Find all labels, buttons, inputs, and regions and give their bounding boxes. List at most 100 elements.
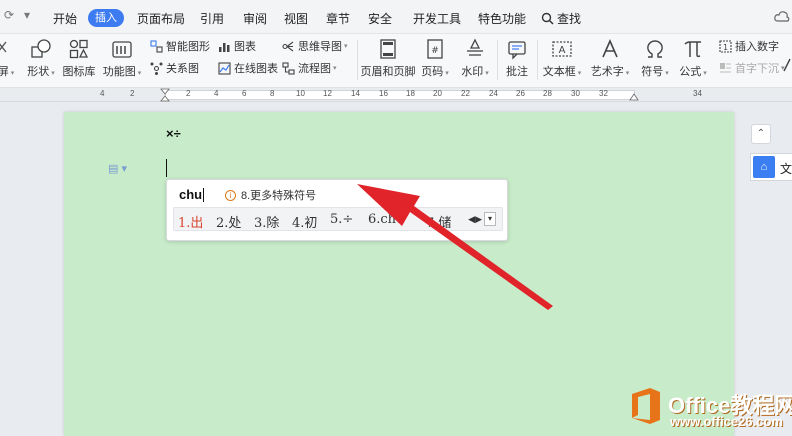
- site-watermark: Office教程网 www.office26.com: [628, 384, 792, 434]
- ruler-label: 10: [296, 89, 305, 98]
- search-label: 查找: [557, 12, 582, 26]
- ime-candidate[interactable]: 2.处: [216, 212, 241, 231]
- watermark-icon: [467, 38, 483, 56]
- paragraph-settings-icon[interactable]: ▤ ▾: [108, 162, 127, 175]
- drop-cap-icon: [720, 62, 731, 72]
- relation-chart-icon: [150, 62, 163, 75]
- menu-bar: ⟳ ▾ 开始 插入 页面布局 引用 审阅 视图 章节 安全 开发工具 特色功能 …: [0, 0, 792, 34]
- shape-button[interactable]: 形状 ▾: [24, 38, 58, 84]
- quick-access-dropdown-icon[interactable]: ▾: [24, 8, 30, 22]
- ruler-label: 12: [323, 89, 332, 98]
- smart-shape-button[interactable]: 智能图形: [150, 38, 210, 54]
- tab-chapter[interactable]: 章节: [326, 10, 350, 27]
- ruler-label: 2: [186, 89, 191, 98]
- online-chart-button[interactable]: 在线图表: [218, 60, 278, 76]
- svg-text:A: A: [559, 45, 566, 56]
- formula-button[interactable]: 公式 ▾: [678, 38, 708, 84]
- ruler-label: 28: [543, 89, 552, 98]
- ribbon-separator: [537, 40, 538, 80]
- header-footer-button[interactable]: 页眉和页脚: [360, 38, 416, 84]
- drop-cap-button[interactable]: 首字下沉 ▾: [719, 60, 785, 76]
- ruler-label: 2: [130, 89, 135, 98]
- ruler-label: 34: [693, 89, 702, 98]
- shape-icon: [31, 39, 51, 58]
- wordart-icon: [602, 39, 618, 58]
- ruler-label: 4: [100, 89, 105, 98]
- scissors-icon: [0, 41, 7, 53]
- textbox-icon: A: [552, 41, 572, 57]
- ime-candidate[interactable]: 3.除: [254, 212, 279, 231]
- tab-home[interactable]: 开始: [53, 10, 77, 27]
- page-number-icon: #: [427, 39, 443, 59]
- tab-features[interactable]: 特色功能: [478, 10, 526, 27]
- insert-number-icon: 1: [719, 39, 732, 53]
- link-icon[interactable]: [783, 58, 792, 72]
- tab-insert[interactable]: 插入: [88, 9, 124, 27]
- symbol-button[interactable]: 符号 ▾: [640, 38, 670, 84]
- relation-chart-button[interactable]: 关系图: [150, 60, 199, 76]
- right-indent-marker-icon[interactable]: [629, 89, 639, 101]
- ime-candidate[interactable]: 1.出: [178, 212, 203, 231]
- tab-review[interactable]: 审阅: [243, 10, 267, 27]
- ruler-label: 24: [489, 89, 498, 98]
- mind-map-button[interactable]: 思维导图 ▾: [282, 38, 348, 54]
- watermark-button[interactable]: 水印 ▾: [458, 38, 492, 84]
- ime-candidate-list: 1.出 2.处 3.除 4.初 5.÷ 6.chu 7.储 ◀ ▶ ▾: [173, 207, 503, 231]
- svg-text:1: 1: [723, 43, 728, 52]
- omega-icon: [647, 40, 663, 58]
- bar-chart-icon: [219, 42, 230, 52]
- comment-button[interactable]: 批注: [502, 38, 532, 84]
- ime-candidate[interactable]: 7.储: [426, 212, 451, 231]
- info-icon: i: [225, 189, 236, 201]
- header-footer-icon: [380, 39, 396, 59]
- tab-references[interactable]: 引用: [200, 10, 224, 27]
- ime-candidate-popup: chu i 8.更多特殊符号 1.出 2.处 3.除 4.初 5.÷ 6.chu…: [166, 179, 508, 241]
- function-chart-button[interactable]: 功能图 ▾: [102, 38, 142, 84]
- ruler-label: 20: [433, 89, 442, 98]
- document-text-line: ×÷: [166, 126, 181, 141]
- watermark-url: www.office26.com: [670, 414, 783, 429]
- search-button[interactable]: 查找: [541, 10, 581, 27]
- tab-view[interactable]: 视图: [284, 10, 308, 27]
- wordart-button[interactable]: 艺术字 ▾: [590, 38, 630, 84]
- page-number-button[interactable]: # 页码 ▾: [420, 38, 450, 84]
- smart-shape-icon: [150, 39, 163, 53]
- ruler-label: 32: [599, 89, 608, 98]
- redo-icon[interactable]: ⟳: [4, 8, 14, 22]
- next-page-icon[interactable]: ▶: [475, 214, 482, 225]
- ime-candidate[interactable]: 6.chu: [368, 212, 404, 227]
- cloud-icon[interactable]: [774, 10, 790, 22]
- ruler-label: 22: [461, 89, 470, 98]
- tab-security[interactable]: 安全: [368, 10, 392, 27]
- icon-library-icon: [69, 39, 89, 59]
- horizontal-ruler[interactable]: 4 2 2 4 6 8 10 12 14 16 18 20 22 24 26 2…: [0, 88, 792, 102]
- more-symbols-label: 8.更多特殊符号: [241, 190, 317, 202]
- flow-chart-button[interactable]: 流程图 ▾: [282, 60, 337, 76]
- insert-number-button[interactable]: 1 插入数字: [719, 38, 779, 54]
- textbox-button[interactable]: A 文本框 ▾: [542, 38, 582, 84]
- ime-candidate[interactable]: 5.÷: [330, 212, 353, 227]
- ruler-label: 30: [571, 89, 580, 98]
- more-symbols-link[interactable]: i 8.更多特殊符号: [225, 187, 316, 203]
- svg-text:#: #: [431, 46, 439, 56]
- function-chart-icon: [112, 41, 132, 58]
- prev-page-icon[interactable]: ◀: [468, 214, 475, 225]
- ribbon-item-screenshot[interactable]: 屏 ▾: [0, 38, 16, 84]
- ruler-label: 14: [351, 89, 360, 98]
- side-panel[interactable]: ⌂ 文: [750, 153, 792, 181]
- icon-library-button[interactable]: 图标库: [62, 38, 96, 84]
- ime-candidate[interactable]: 4.初: [292, 212, 317, 231]
- ribbon-separator: [497, 40, 498, 80]
- side-panel-label: 文: [780, 162, 792, 176]
- tab-page-layout[interactable]: 页面布局: [137, 10, 185, 27]
- ribbon-separator: [357, 40, 358, 80]
- flow-chart-icon: [282, 61, 295, 75]
- tab-developer[interactable]: 开发工具: [413, 10, 461, 27]
- ime-pinyin-input: chu: [179, 187, 203, 202]
- pi-icon: [684, 41, 701, 58]
- ruler-label: 18: [406, 89, 415, 98]
- collapse-panel-button[interactable]: ⌃: [751, 124, 771, 144]
- expand-candidates-icon[interactable]: ▾: [484, 212, 496, 226]
- indent-marker-icon[interactable]: [160, 88, 170, 102]
- chart-button[interactable]: 图表: [218, 38, 256, 54]
